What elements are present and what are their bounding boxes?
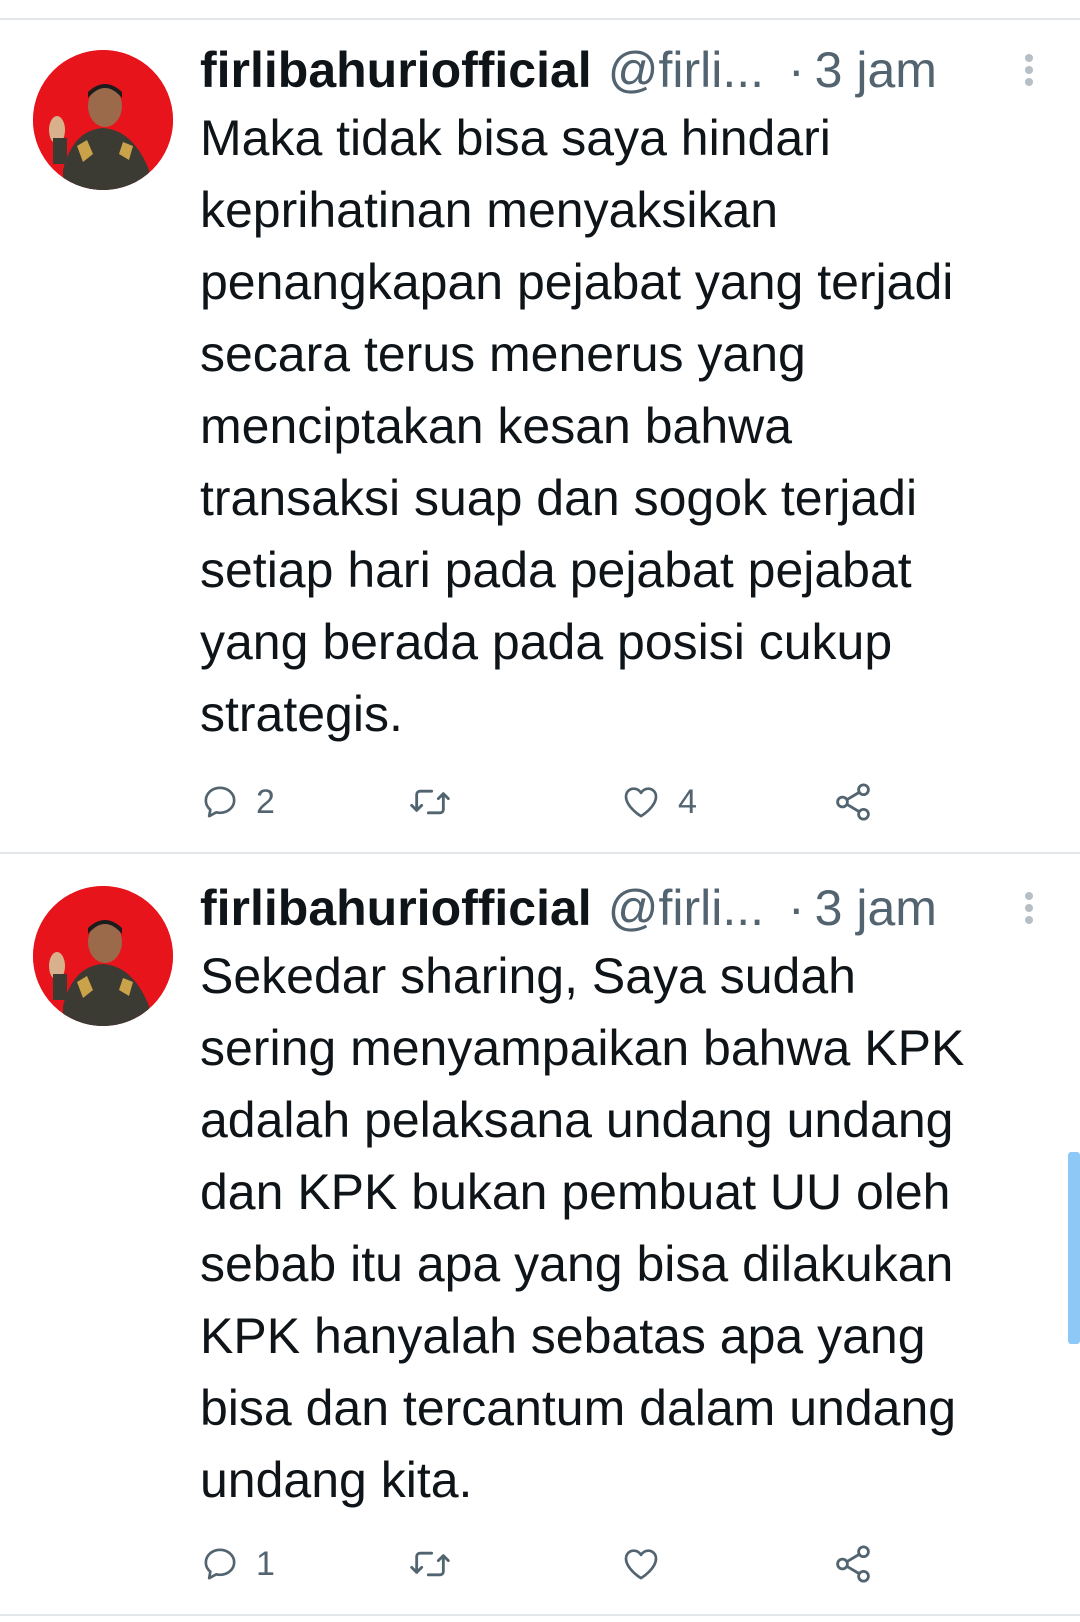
reply-icon	[204, 786, 236, 818]
share-icon	[836, 1545, 870, 1583]
reply-count: 2	[256, 782, 275, 821]
scrollbar-thumb[interactable]	[1068, 1152, 1080, 1344]
tweet-actions: 1	[200, 1534, 1020, 1594]
separator: ·	[788, 42, 805, 98]
share-button[interactable]	[832, 1534, 874, 1594]
person-photo-icon	[33, 886, 173, 1026]
heart-icon	[624, 787, 658, 818]
retweet-button[interactable]	[408, 1534, 468, 1594]
more-vertical-icon[interactable]	[1022, 50, 1036, 90]
more-vertical-icon[interactable]	[1022, 888, 1036, 928]
like-count: 4	[678, 782, 697, 821]
avatar[interactable]	[33, 886, 173, 1026]
display-name[interactable]: firlibahuriofficial	[200, 878, 592, 938]
tweet-actions: 2 4	[200, 772, 1020, 832]
display-name[interactable]: firlibahuriofficial	[200, 40, 592, 100]
reply-count: 1	[256, 1544, 275, 1583]
bottom-divider	[0, 1614, 1080, 1616]
share-button[interactable]	[832, 772, 874, 832]
timestamp[interactable]: 3 jam	[815, 878, 937, 938]
like-button[interactable]	[620, 1534, 678, 1594]
top-divider	[0, 18, 1080, 20]
reply-button[interactable]: 2	[200, 772, 275, 832]
heart-icon	[624, 1549, 658, 1580]
tweet-text: Sekedar sharing, Saya sudah sering menya…	[200, 948, 965, 1508]
like-button[interactable]: 4	[620, 772, 697, 832]
tweet-text: Maka tidak bisa saya hindari keprihatina…	[200, 110, 954, 742]
handle[interactable]: @firli...	[608, 878, 764, 938]
separator: ·	[788, 880, 805, 936]
tweet-divider	[0, 852, 1080, 854]
tweet-header: firlibahuriofficial @firli... · 3 jam	[200, 40, 1050, 100]
timestamp[interactable]: 3 jam	[815, 40, 937, 100]
reply-icon	[204, 1548, 236, 1580]
tweet-header: firlibahuriofficial @firli... · 3 jam	[200, 878, 1050, 938]
retweet-icon	[410, 1551, 450, 1577]
retweet-icon	[410, 789, 450, 815]
reply-button[interactable]: 1	[200, 1534, 275, 1594]
handle[interactable]: @firli...	[608, 40, 764, 100]
person-photo-icon	[33, 50, 173, 190]
share-icon	[836, 783, 870, 821]
retweet-button[interactable]	[408, 772, 468, 832]
avatar[interactable]	[33, 50, 173, 190]
